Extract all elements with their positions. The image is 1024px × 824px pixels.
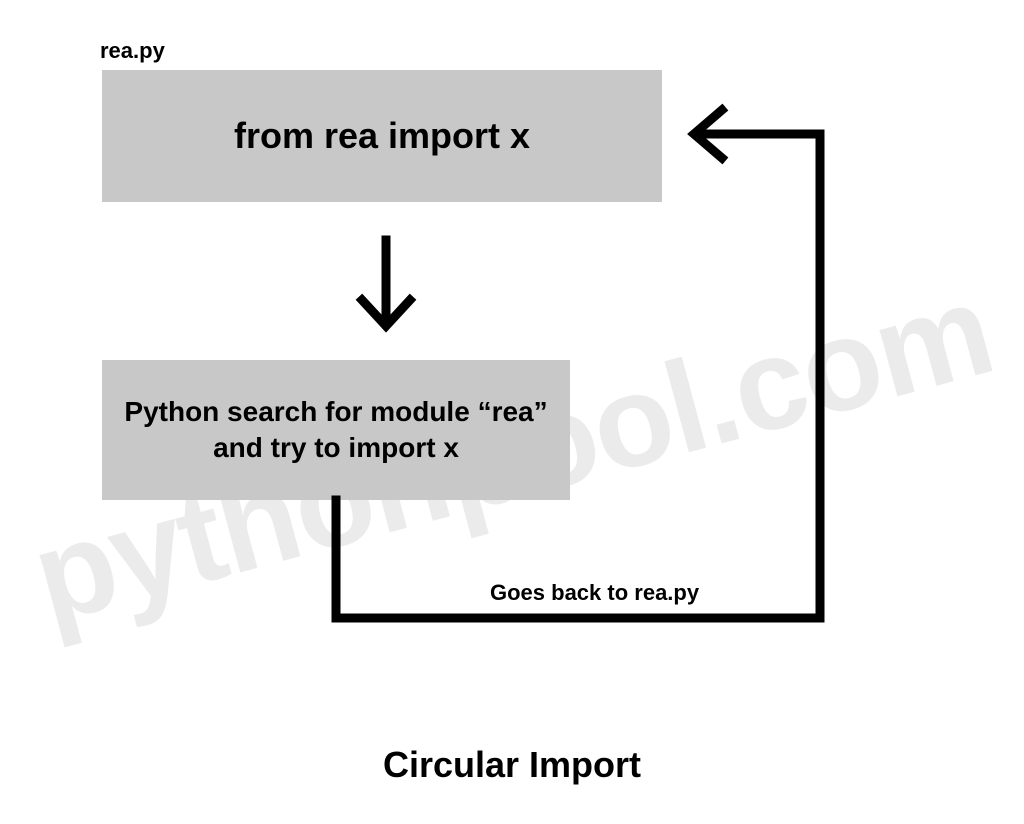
arrows-layer	[0, 0, 1024, 824]
arrow-down-icon	[362, 240, 410, 326]
arrow-loop-icon	[336, 110, 820, 618]
